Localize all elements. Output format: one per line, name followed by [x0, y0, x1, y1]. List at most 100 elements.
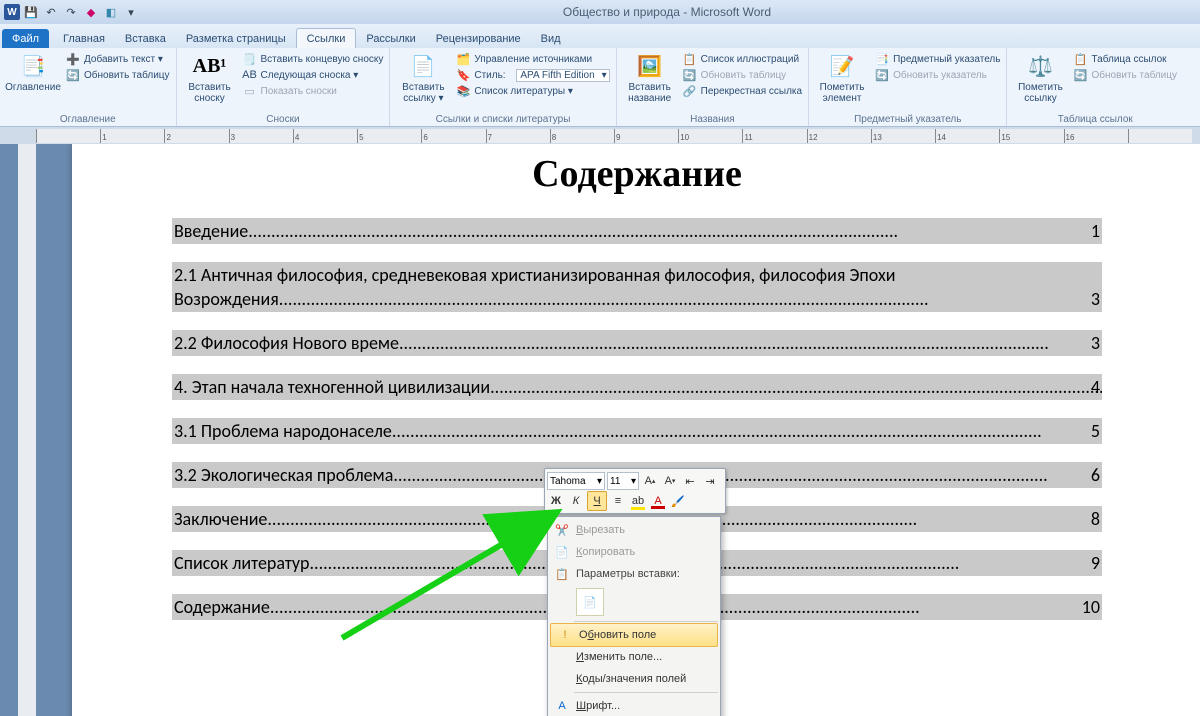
qat-icon[interactable]: ◧: [104, 5, 118, 19]
menu-copy[interactable]: 📄Копировать: [548, 541, 720, 563]
separator: [574, 621, 718, 622]
toc-entry[interactable]: 2.2 Философия Нового време..............…: [172, 330, 1102, 356]
toc-entry[interactable]: 4. Этап начала техногенной цивилизации..…: [172, 374, 1102, 400]
format-painter-icon[interactable]: 🖌️: [669, 492, 687, 510]
paste-option-box: 📄: [548, 585, 720, 619]
tab-insert[interactable]: Вставка: [115, 29, 176, 48]
insert-caption-button[interactable]: 🖼️Вставить название: [623, 50, 677, 104]
mark-entry-button[interactable]: 📝Пометить элемент: [815, 50, 869, 104]
insert-footnote-button[interactable]: AB¹Вставить сноску: [183, 50, 237, 104]
group-label: Оглавление: [6, 114, 170, 126]
toc-text: Содержание...: [174, 596, 284, 618]
grow-font-icon[interactable]: A▴: [641, 472, 659, 490]
val: 11: [610, 476, 620, 487]
manage-sources-button[interactable]: 🗂️Управление источниками: [456, 52, 609, 66]
lbl: Обновить таблицу: [701, 70, 787, 81]
cross-reference-button[interactable]: 🔗Перекрестная ссылка: [683, 84, 802, 98]
app-icon: W: [4, 4, 20, 20]
mark-citation-button[interactable]: ⚖️Пометить ссылку: [1013, 50, 1067, 104]
show-footnotes-button[interactable]: ▭ Показать сноски: [243, 84, 384, 98]
save-icon[interactable]: 💾: [24, 5, 38, 19]
footnote-icon: AB¹: [194, 52, 226, 80]
toc-button[interactable]: 📑Оглавление: [6, 50, 60, 93]
lbl: Следующая сноска ▾: [261, 70, 359, 81]
style-value[interactable]: APA Fifth Edition▾: [516, 69, 609, 82]
toc-text: 4. Этап начала техногенной цивилизации..…: [174, 376, 504, 398]
menu-update-field[interactable]: !Обновить поле: [550, 623, 718, 647]
group-label: Сноски: [183, 114, 384, 126]
qat-icon[interactable]: ◆: [84, 5, 98, 19]
toc-entry[interactable]: 3.1 Проблема народонаселе...............…: [172, 418, 1102, 444]
menu-cut[interactable]: ✂️Вырезать: [548, 519, 720, 541]
authorities-table-button[interactable]: 📋Таблица ссылок: [1073, 52, 1177, 66]
tab-mailings[interactable]: Рассылки: [356, 29, 425, 48]
font-color-icon[interactable]: A: [649, 492, 667, 510]
update-authorities-button[interactable]: 🔄Обновить таблицу: [1073, 68, 1177, 82]
style-combo[interactable]: 🔖Стиль: APA Fifth Edition▾: [456, 68, 609, 82]
menu-field-codes[interactable]: Коды/значения полей: [548, 668, 720, 690]
shrink-font-icon[interactable]: A▾: [661, 472, 679, 490]
update-table-button[interactable]: 🔄Обновить таблицу: [683, 68, 802, 82]
menu-edit-field[interactable]: Изменить поле...: [548, 646, 720, 668]
paste-icon: 📋: [554, 566, 570, 582]
lbl: Показать сноски: [261, 86, 337, 97]
group-citations: 📄Вставить ссылку ▾ 🗂️Управление источник…: [390, 48, 616, 126]
copy-icon: 📄: [554, 544, 570, 560]
plus-icon: ➕: [66, 52, 80, 66]
bibliography-button[interactable]: 📚Список литературы ▾: [456, 84, 609, 98]
tab-review[interactable]: Рецензирование: [426, 29, 531, 48]
update-index-button[interactable]: 🔄Обновить указатель: [875, 68, 1000, 82]
toc-page: 9: [1091, 551, 1100, 575]
toc-page: 5: [1091, 419, 1100, 443]
lbl: Вставить сноску: [188, 82, 230, 104]
undo-icon[interactable]: ↶: [44, 5, 58, 19]
tab-view[interactable]: Вид: [531, 29, 571, 48]
size-combo[interactable]: 11▾: [607, 472, 639, 490]
underline-button[interactable]: Ч: [587, 491, 607, 511]
context-menu: ✂️Вырезать 📄Копировать 📋Параметры вставк…: [547, 516, 721, 716]
lbl: Стиль:: [474, 70, 505, 81]
toc-page: 8: [1091, 507, 1100, 531]
italic-button[interactable]: К: [567, 492, 585, 510]
lbl: Список литературы ▾: [474, 86, 573, 97]
font-combo[interactable]: Tahoma▾: [547, 472, 605, 490]
tab-pagelayout[interactable]: Разметка страницы: [176, 29, 296, 48]
decrease-indent-icon[interactable]: ⇤: [681, 472, 699, 490]
insert-endnote-button[interactable]: 🗒️Вставить концевую сноску: [243, 52, 384, 66]
toc-icon: 📑: [17, 52, 49, 80]
horizontal-ruler-area: 12345678910111213141516: [0, 127, 1200, 145]
menu-font[interactable]: AШрифт...: [548, 695, 720, 716]
insert-index-button[interactable]: 📑Предметный указатель: [875, 52, 1000, 66]
paste-keep-formatting[interactable]: 📄: [576, 588, 604, 616]
lbl: Обновить таблицу: [84, 70, 170, 81]
citation-icon: 📄: [407, 52, 439, 80]
next-footnote-button[interactable]: ABСледующая сноска ▾: [243, 68, 384, 82]
update-table-button[interactable]: 🔄Обновить таблицу: [66, 68, 170, 82]
qat-dropdown-icon[interactable]: ▾: [124, 5, 138, 19]
refresh-icon: 🔄: [875, 68, 889, 82]
vertical-ruler[interactable]: [18, 144, 36, 716]
font-icon: A: [554, 698, 570, 714]
redo-icon[interactable]: ↷: [64, 5, 78, 19]
refresh-icon: 🔄: [1073, 68, 1087, 82]
toc-entry[interactable]: Введение................................…: [172, 218, 1102, 244]
separator: [574, 692, 718, 693]
show-icon: ▭: [243, 84, 257, 98]
lbl: ырезать: [583, 524, 625, 536]
ribbon: 📑Оглавление ➕Добавить текст ▾ 🔄Обновить …: [0, 48, 1200, 127]
toc-entry[interactable]: 2.1 Античная философия, средневековая хр…: [172, 262, 1102, 312]
bold-button[interactable]: Ж: [547, 492, 565, 510]
table-of-figures-button[interactable]: 📋Список иллюстраций: [683, 52, 802, 66]
align-center-icon[interactable]: ≡: [609, 492, 627, 510]
insert-citation-button[interactable]: 📄Вставить ссылку ▾: [396, 50, 450, 104]
caption-icon: 🖼️: [634, 52, 666, 80]
lbl: Вставить ссылку ▾: [402, 82, 444, 104]
add-text-button[interactable]: ➕Добавить текст ▾: [66, 52, 170, 66]
tab-references[interactable]: Ссылки: [296, 28, 357, 48]
highlight-icon[interactable]: ab: [629, 492, 647, 510]
tab-file[interactable]: Файл: [2, 29, 49, 48]
horizontal-ruler[interactable]: 12345678910111213141516: [36, 129, 1192, 143]
tab-home[interactable]: Главная: [53, 29, 115, 48]
lbl: Предметный указатель: [893, 54, 1000, 65]
increase-indent-icon[interactable]: ⇥: [701, 472, 719, 490]
